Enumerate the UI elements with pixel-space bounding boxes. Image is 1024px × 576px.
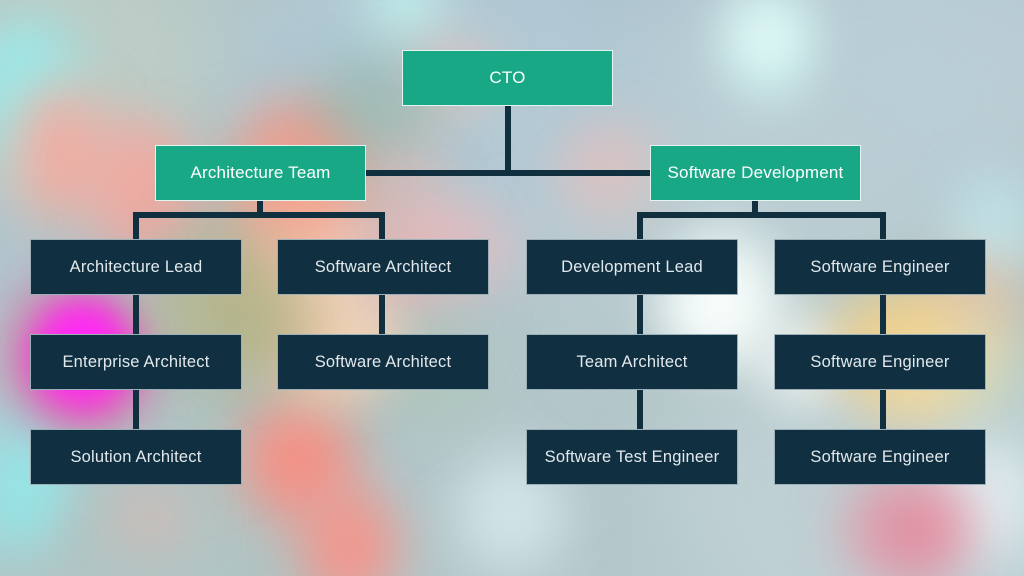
node-label: Software Engineer: [810, 257, 950, 276]
node-label: Software Architect: [314, 352, 452, 371]
connector-sw-dev-bar: [637, 212, 886, 218]
node-label: Architecture Team: [190, 163, 331, 183]
node-label: CTO: [489, 68, 526, 88]
connector-arch-team-bar: [133, 212, 385, 218]
node-label: Enterprise Architect: [62, 352, 210, 371]
connector-software-engineer-2-to-3: [880, 389, 886, 431]
node-label: Software Test Engineer: [544, 447, 720, 466]
node-software-architect-2[interactable]: Software Architect: [277, 334, 489, 390]
connector-to-software-architect-1: [379, 212, 385, 240]
connector-software-engineer-1-to-2: [880, 293, 886, 335]
connector-software-architect-1-to-2: [379, 293, 385, 335]
node-software-engineer-3[interactable]: Software Engineer: [774, 429, 986, 485]
node-software-development[interactable]: Software Development: [650, 145, 861, 201]
node-label: Software Architect: [314, 257, 452, 276]
node-label: Development Lead: [561, 257, 703, 276]
connector-cto-stem: [505, 105, 511, 173]
connector-teams-bar: [364, 170, 654, 176]
node-enterprise-architect[interactable]: Enterprise Architect: [30, 334, 242, 390]
node-label: Software Engineer: [810, 447, 950, 466]
node-architecture-team[interactable]: Architecture Team: [155, 145, 366, 201]
node-label: Software Engineer: [810, 352, 950, 371]
node-software-test-engineer[interactable]: Software Test Engineer: [526, 429, 738, 485]
node-software-engineer-2[interactable]: Software Engineer: [774, 334, 986, 390]
node-architecture-lead[interactable]: Architecture Lead: [30, 239, 242, 295]
node-label: Software Development: [667, 163, 844, 183]
connector-enterprise-architect-to-solution-architect: [133, 389, 139, 431]
connector-to-architecture-lead: [133, 212, 139, 240]
node-software-architect-1[interactable]: Software Architect: [277, 239, 489, 295]
connector-architecture-lead-to-enterprise-architect: [133, 293, 139, 335]
node-team-architect[interactable]: Team Architect: [526, 334, 738, 390]
node-development-lead[interactable]: Development Lead: [526, 239, 738, 295]
node-label: Team Architect: [576, 352, 688, 371]
org-chart: CTO Architecture Team Software Developme…: [0, 0, 1024, 576]
node-cto[interactable]: CTO: [402, 50, 613, 106]
connector-development-lead-to-team-architect: [637, 293, 643, 335]
connector-team-architect-to-software-test-engineer: [637, 389, 643, 431]
node-label: Solution Architect: [70, 447, 202, 466]
node-software-engineer-1[interactable]: Software Engineer: [774, 239, 986, 295]
connector-to-software-engineer-1: [880, 212, 886, 240]
node-solution-architect[interactable]: Solution Architect: [30, 429, 242, 485]
node-label: Architecture Lead: [69, 257, 203, 276]
connector-to-development-lead: [637, 212, 643, 240]
